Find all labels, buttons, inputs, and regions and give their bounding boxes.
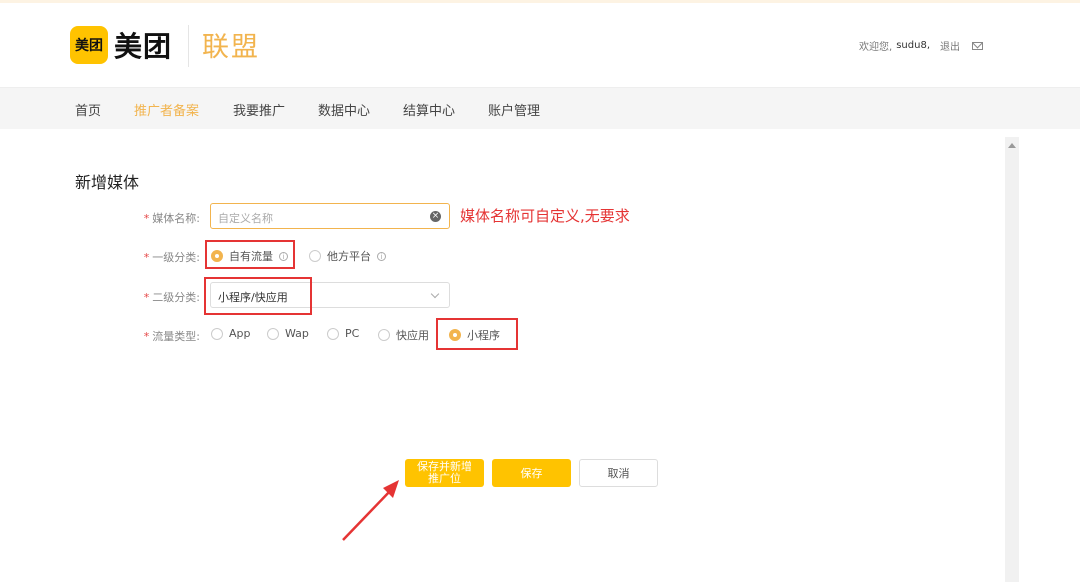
- nav-item-data-center[interactable]: 数据中心: [318, 100, 370, 119]
- username: sudu8,: [896, 40, 930, 51]
- required-mark: *: [143, 291, 150, 304]
- main-panel: [0, 129, 1005, 582]
- nav-item-account[interactable]: 账户管理: [488, 100, 540, 119]
- radio-dot: [309, 250, 321, 262]
- logo-subtitle: 联盟: [202, 32, 260, 63]
- radio-label: App: [229, 327, 251, 340]
- save-button[interactable]: 保存: [492, 459, 571, 487]
- highlight-box-level1: [205, 240, 295, 269]
- user-area: 欢迎您, sudu8, 退出: [859, 38, 983, 53]
- radio-label: 快应用: [396, 329, 429, 342]
- logo-text[interactable]: 美团: [114, 25, 172, 65]
- clear-icon[interactable]: ×: [430, 211, 441, 222]
- nav-item-promote[interactable]: 我要推广: [233, 100, 285, 119]
- traffic-type-label: * 流量类型:: [143, 330, 200, 343]
- required-mark: *: [143, 251, 150, 264]
- logout-link[interactable]: 退出: [940, 38, 960, 53]
- logo-badge[interactable]: 美团: [70, 26, 108, 64]
- media-name-label: * 媒体名称:: [143, 212, 200, 225]
- nav-item-promoter-filing[interactable]: 推广者备案: [134, 100, 199, 119]
- highlight-box-level2: [204, 277, 312, 315]
- radio-wap[interactable]: Wap: [267, 327, 309, 340]
- save-and-add-line2: 推广位: [428, 472, 461, 485]
- right-gutter: [1019, 129, 1080, 582]
- radio-label: Wap: [285, 327, 309, 340]
- highlight-box-mini-program: [436, 318, 518, 350]
- level1-label: * 一级分类:: [143, 251, 200, 264]
- radio-label: 他方平台: [327, 250, 371, 263]
- main-nav: 首页 推广者备案 我要推广 数据中心 结算中心 账户管理: [0, 87, 1080, 129]
- nav-item-settlement[interactable]: 结算中心: [403, 100, 455, 119]
- radio-dot: [267, 327, 279, 340]
- annotation-arrow: [342, 480, 399, 541]
- required-mark: *: [143, 212, 150, 225]
- media-name-input[interactable]: 自定义名称 ×: [210, 203, 450, 229]
- media-name-placeholder: 自定义名称: [218, 212, 273, 225]
- radio-quick-app[interactable]: 快应用: [378, 327, 429, 343]
- cancel-button[interactable]: 取消: [579, 459, 658, 487]
- header: 美团 美团 联盟 欢迎您, sudu8, 退出: [0, 3, 1080, 87]
- radio-other-platform[interactable]: 他方平台 i: [309, 248, 386, 264]
- required-mark: *: [143, 330, 150, 343]
- radio-app[interactable]: App: [211, 327, 251, 340]
- annotation-text: 媒体名称可自定义,无要求: [460, 207, 630, 225]
- level2-label: * 二级分类:: [143, 291, 200, 304]
- radio-pc[interactable]: PC: [327, 327, 359, 340]
- scrollbar[interactable]: [1005, 137, 1019, 582]
- mail-icon[interactable]: [972, 41, 983, 50]
- scroll-up-arrow-icon[interactable]: [1008, 143, 1016, 148]
- radio-dot: [211, 327, 223, 340]
- logo-divider: [188, 25, 189, 67]
- arrow-shaft: [342, 489, 392, 541]
- chevron-down-icon[interactable]: [430, 289, 440, 299]
- radio-dot: [327, 327, 339, 340]
- welcome-text: 欢迎您,: [859, 42, 893, 53]
- radio-dot: [378, 329, 390, 341]
- save-and-add-button[interactable]: 保存并新增 推广位: [405, 459, 484, 487]
- nav-item-home[interactable]: 首页: [75, 100, 101, 119]
- info-icon[interactable]: i: [377, 251, 386, 261]
- radio-label: PC: [345, 327, 360, 340]
- page-title: 新增媒体: [75, 173, 140, 192]
